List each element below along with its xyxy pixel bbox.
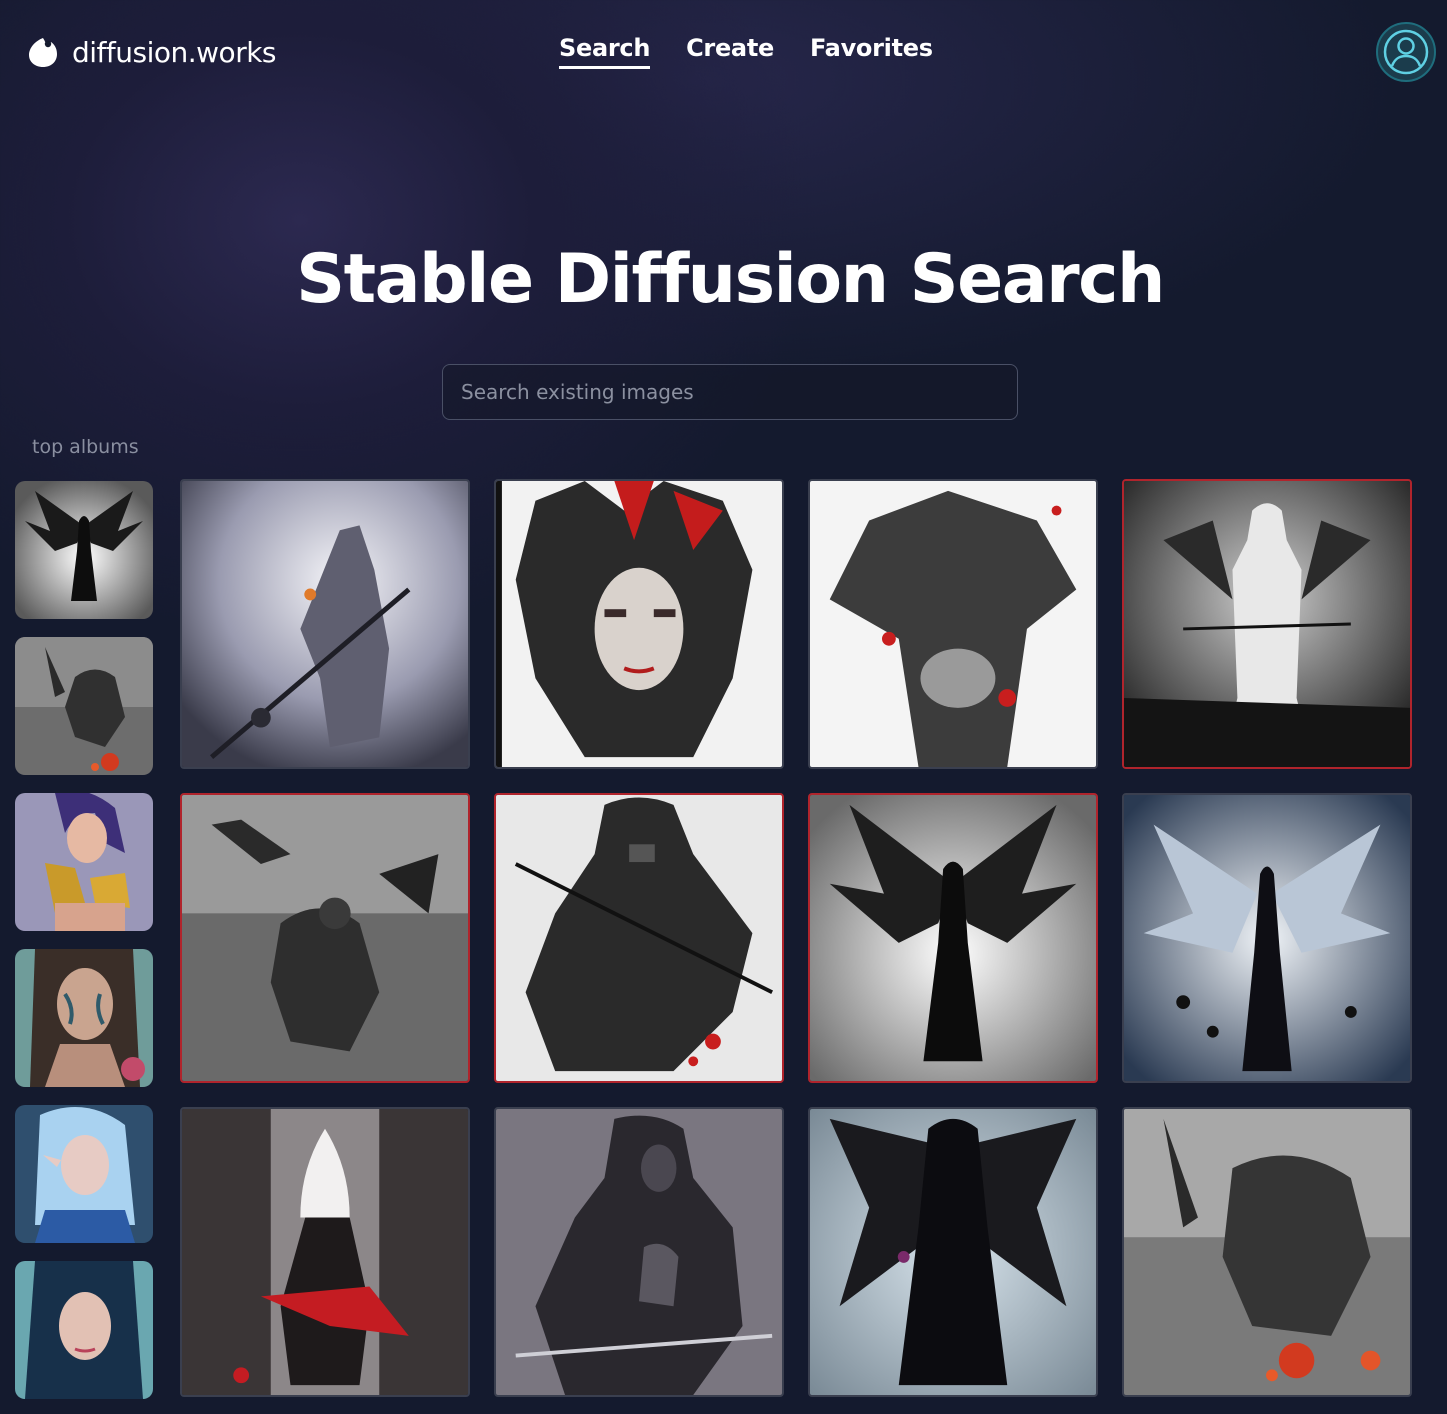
result-image-tile[interactable] (180, 793, 470, 1083)
blue-hair-woman-image (15, 1261, 153, 1399)
result-image-tile[interactable] (808, 793, 1098, 1083)
elf-woman-image (15, 1105, 153, 1243)
result-image-tile[interactable] (180, 479, 470, 769)
masked-hooded-assassin-image (496, 795, 782, 1081)
fiery-warrior-image (1124, 1109, 1410, 1395)
result-image-tile[interactable] (808, 1107, 1098, 1397)
user-avatar-icon (1383, 29, 1429, 75)
hooded-white-robe-figure-image (1124, 481, 1410, 767)
main-nav: Search Create Favorites (559, 34, 933, 69)
result-image-tile[interactable] (1122, 1107, 1412, 1397)
nav-favorites-link[interactable]: Favorites (810, 34, 933, 69)
top-header: diffusion.works Search Create Favorites (0, 0, 1447, 110)
album-thumbnail[interactable] (15, 793, 153, 931)
result-image-tile[interactable] (180, 1107, 470, 1397)
hooded-assassin-red-cape-image (182, 1109, 468, 1395)
red-feather-warrior-face-image (496, 481, 782, 767)
dark-armored-woman-image (810, 481, 1096, 767)
brand-name: diffusion.works (72, 35, 277, 69)
gold-armor-woman-image (15, 793, 153, 931)
result-image-tile[interactable] (1122, 793, 1412, 1083)
result-image-tile[interactable] (494, 793, 784, 1083)
search-input[interactable] (442, 364, 1018, 420)
top-albums-label: top albums (32, 436, 139, 458)
result-image-tile[interactable] (808, 479, 1098, 769)
winged-silhouette-woman-image (810, 795, 1096, 1081)
result-image-tile[interactable] (1122, 479, 1412, 769)
hooded-rogue-image (496, 1109, 782, 1395)
armored-spear-warrior-image (182, 481, 468, 767)
page-title: Stable Diffusion Search (296, 240, 1165, 319)
album-thumbnail[interactable] (15, 481, 153, 619)
result-image-tile[interactable] (494, 1107, 784, 1397)
dark-reaper-wings-image (810, 1109, 1096, 1395)
brand-logo[interactable]: diffusion.works (26, 32, 277, 72)
winged-figure-feathers-image (1124, 795, 1410, 1081)
nav-create-link[interactable]: Create (686, 34, 774, 69)
user-avatar-button[interactable] (1376, 22, 1436, 82)
warrior-charge-image (15, 637, 153, 775)
album-thumbnail[interactable] (15, 1105, 153, 1243)
album-thumbnail[interactable] (15, 1261, 153, 1399)
album-thumbnail[interactable] (15, 637, 153, 775)
winged-silhouette-image (15, 481, 153, 619)
nav-search-link[interactable]: Search (559, 34, 650, 69)
tattooed-woman-image (15, 949, 153, 1087)
axe-barbarian-image (182, 795, 468, 1081)
droplet-logo-icon (29, 38, 57, 67)
result-image-tile[interactable] (494, 479, 784, 769)
album-thumbnail[interactable] (15, 949, 153, 1087)
